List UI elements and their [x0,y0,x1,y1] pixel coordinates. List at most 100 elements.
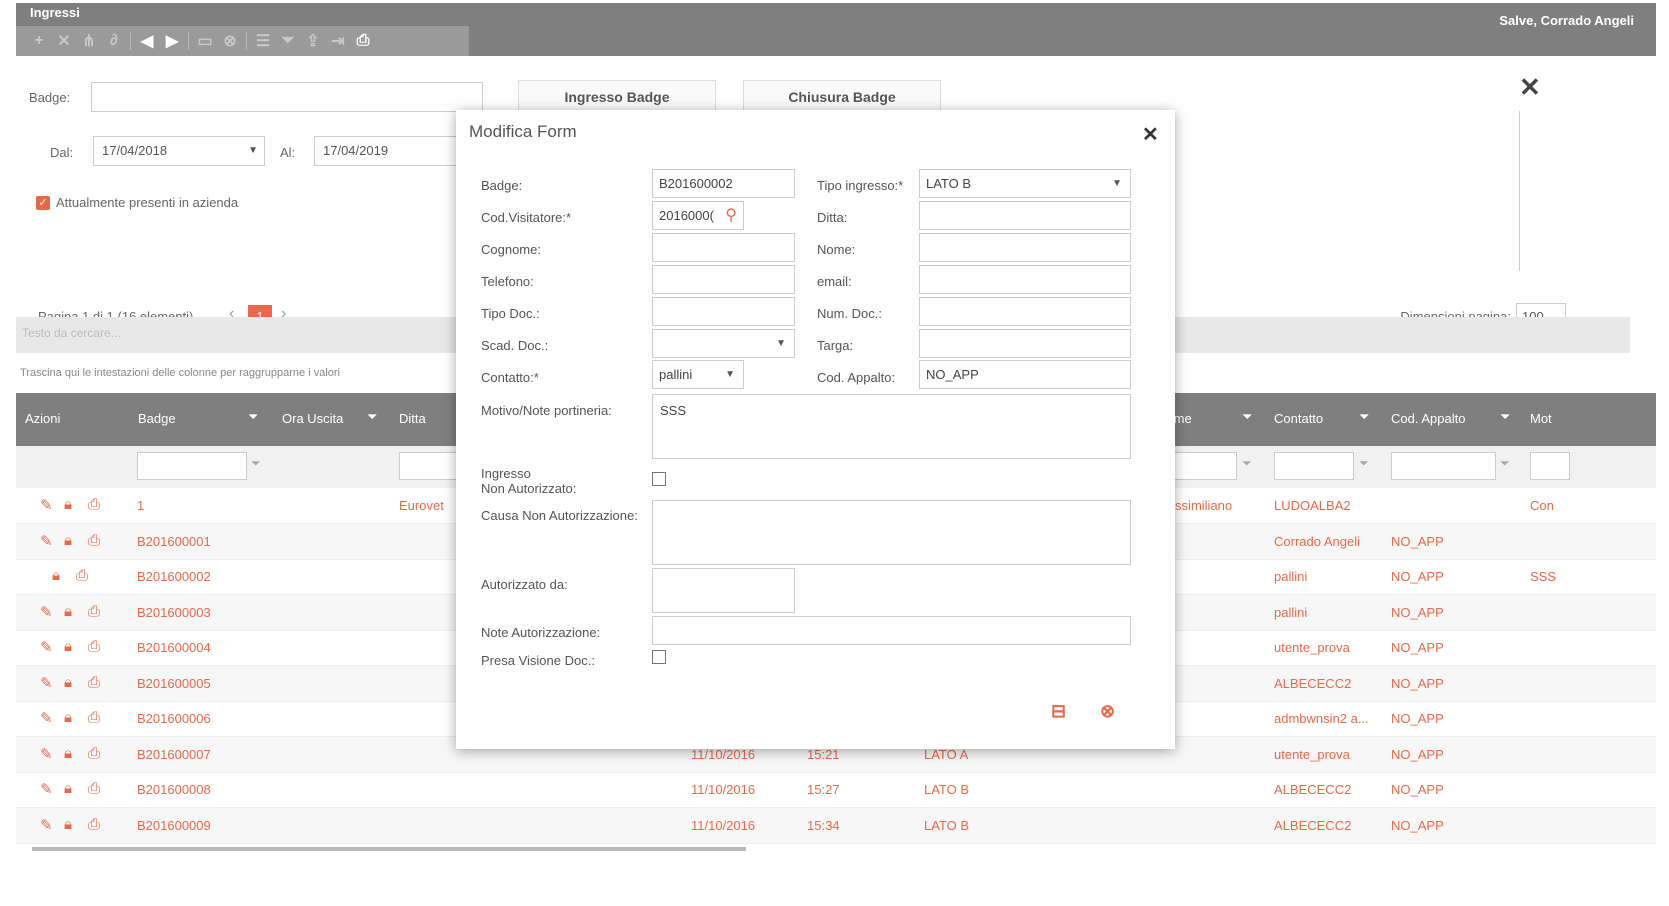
edit-icon[interactable]: ✎ [40,745,53,763]
close-icon[interactable]: ✕ [1519,72,1541,103]
motivo-column-filter[interactable] [1530,452,1570,480]
edit-icon[interactable]: ✎ [40,638,53,656]
lock-icon[interactable]: 🔒︎ [64,780,72,797]
telefono-input[interactable] [652,265,795,294]
chevron-down-icon[interactable]: ▼ [248,145,258,156]
scad-doc-select[interactable]: ▼ [652,329,795,358]
sitemap-icon[interactable]: ⋔ [80,32,98,50]
print-icon[interactable]: ⎙ [76,567,88,584]
print-icon[interactable]: ⎙ [88,603,100,620]
lock-icon[interactable]: 🔒︎ [64,709,72,726]
cancel-circle-icon[interactable]: ⊗ [221,32,239,50]
ditta-input[interactable] [919,201,1131,230]
import-icon[interactable]: ⇥ [329,32,347,50]
edit-icon[interactable]: ✎ [40,532,53,550]
filter-icon[interactable]: ⏷ [1500,409,1510,425]
appalto-column-filter[interactable] [1391,452,1496,480]
tipo-doc-input[interactable] [652,297,795,326]
column-header-cod-appalto[interactable]: Cod. Appalto [1391,411,1465,426]
presenti-checkbox[interactable]: ✓ [36,196,50,210]
badge-filter-input[interactable] [91,82,483,112]
edit-icon[interactable]: ✎ [40,709,53,727]
search-icon[interactable]: ⚲ [725,205,737,225]
edit-icon[interactable]: ✎ [40,780,53,798]
print-icon[interactable]: ⎙ [88,496,100,513]
contatto-column-filter[interactable] [1274,452,1354,480]
print-icon[interactable]: ⎙ [88,709,100,726]
contatto-select[interactable]: pallini ▼ [652,360,744,389]
filter-icon[interactable]: ⏷ [251,456,261,471]
print-icon[interactable]: ⎙ [88,745,100,762]
print-icon[interactable]: ⎙ [88,532,100,549]
ingresso-non-autorizzato-checkbox[interactable] [652,472,666,486]
lock-icon[interactable]: 🔒︎ [64,532,72,549]
column-header-ora-uscita[interactable]: Ora Uscita [282,411,343,426]
tipo-ingresso-select[interactable]: LATO B ▼ [919,169,1131,198]
lock-icon[interactable]: 🔒︎ [64,816,72,833]
close-icon[interactable]: ✕ [1142,122,1159,147]
chiusura-badge-button[interactable]: Chiusura Badge [743,80,941,114]
dal-date-input[interactable]: 17/04/2018 ▼ [93,136,265,166]
edit-icon[interactable]: ✎ [40,674,53,692]
arrow-left-icon[interactable]: ◀ [138,32,156,50]
filter-icon[interactable]: ⏷ [1359,456,1369,471]
table-row[interactable]: ✎ 🔒︎ ⎙ B201600008 11/10/2016 15:27 LATO B ALBEC… [16,772,1656,808]
print-icon[interactable]: ⎙ [88,638,100,655]
autorizzato-input[interactable] [652,568,795,613]
list-icon[interactable]: ☰ [254,32,272,50]
edit-icon[interactable]: ✎ [40,603,53,621]
filter-icon[interactable]: ⏷ [1500,456,1510,471]
search-input[interactable]: Testo da cercare... [22,326,121,340]
chevron-down-icon[interactable]: ▼ [1112,178,1122,189]
ditta-column-filter[interactable] [399,452,459,480]
column-header-motivo[interactable]: Mot [1530,411,1552,426]
filter-icon[interactable]: ⏷ [1242,456,1252,471]
edit-icon[interactable]: ✎ [40,816,53,834]
presa-visione-checkbox[interactable] [652,650,666,664]
print-icon[interactable]: ⎙ [88,674,100,691]
filter-icon[interactable]: ⏷ [248,409,258,425]
horizontal-scrollbar[interactable] [32,847,746,851]
cognome-input[interactable] [652,233,795,262]
column-header-contatto[interactable]: Contatto [1274,411,1323,426]
column-header-badge[interactable]: Badge [138,411,176,426]
note-autorizzazione-input[interactable] [652,616,1131,645]
save-icon[interactable]: ⊟ [1051,701,1066,722]
filter-icon[interactable]: ⏷ [367,409,377,425]
print-icon[interactable]: ⎙ [354,32,372,50]
column-header-azioni[interactable]: Azioni [25,411,60,426]
chevron-down-icon[interactable]: ▼ [725,369,735,380]
nome-input[interactable] [919,233,1131,262]
x-icon[interactable]: ✕ [55,32,73,50]
paperclip-icon[interactable]: ∂ [105,32,123,50]
num-doc-input[interactable] [919,297,1131,326]
badge-column-filter[interactable] [137,452,247,480]
motivo-textarea[interactable]: SSS [652,394,1131,459]
table-row[interactable]: ✎ 🔒︎ ⎙ B201600009 11/10/2016 15:34 LATO B ALBEC… [16,807,1656,844]
al-date-input[interactable]: 17/04/2019 [314,136,474,166]
targa-input[interactable] [919,329,1131,358]
print-icon[interactable]: ⎙ [88,780,100,797]
lock-icon[interactable]: 🔒︎ [52,567,60,584]
cod-visitatore-input[interactable]: 2016000( ⚲ [652,201,744,230]
column-header-ditta[interactable]: Ditta [399,411,426,426]
save-icon[interactable]: ▭ [196,32,214,50]
ingresso-badge-button[interactable]: Ingresso Badge [518,80,716,114]
plus-icon[interactable]: + [30,32,48,50]
lock-icon[interactable]: 🔒︎ [64,674,72,691]
badge-input[interactable]: B201600002 [652,169,795,198]
causa-textarea[interactable] [652,500,1131,565]
chevron-down-icon[interactable]: ▼ [776,338,786,349]
cod-appalto-input[interactable]: NO_APP [919,360,1131,389]
email-input[interactable] [919,265,1131,294]
lock-icon[interactable]: 🔒︎ [64,745,72,762]
print-icon[interactable]: ⎙ [88,816,100,833]
export-icon[interactable]: ⇪ [304,32,322,50]
edit-icon[interactable]: ✎ [40,496,53,514]
filter-icon[interactable]: ⏷ [279,32,297,50]
arrow-right-icon[interactable]: ▶ [163,32,181,50]
lock-icon[interactable]: 🔒︎ [64,638,72,655]
lock-icon[interactable]: 🔒︎ [64,603,72,620]
filter-icon[interactable]: ⏷ [1242,409,1252,425]
user-greeting[interactable]: Salve, Corrado Angeli [1499,13,1634,28]
